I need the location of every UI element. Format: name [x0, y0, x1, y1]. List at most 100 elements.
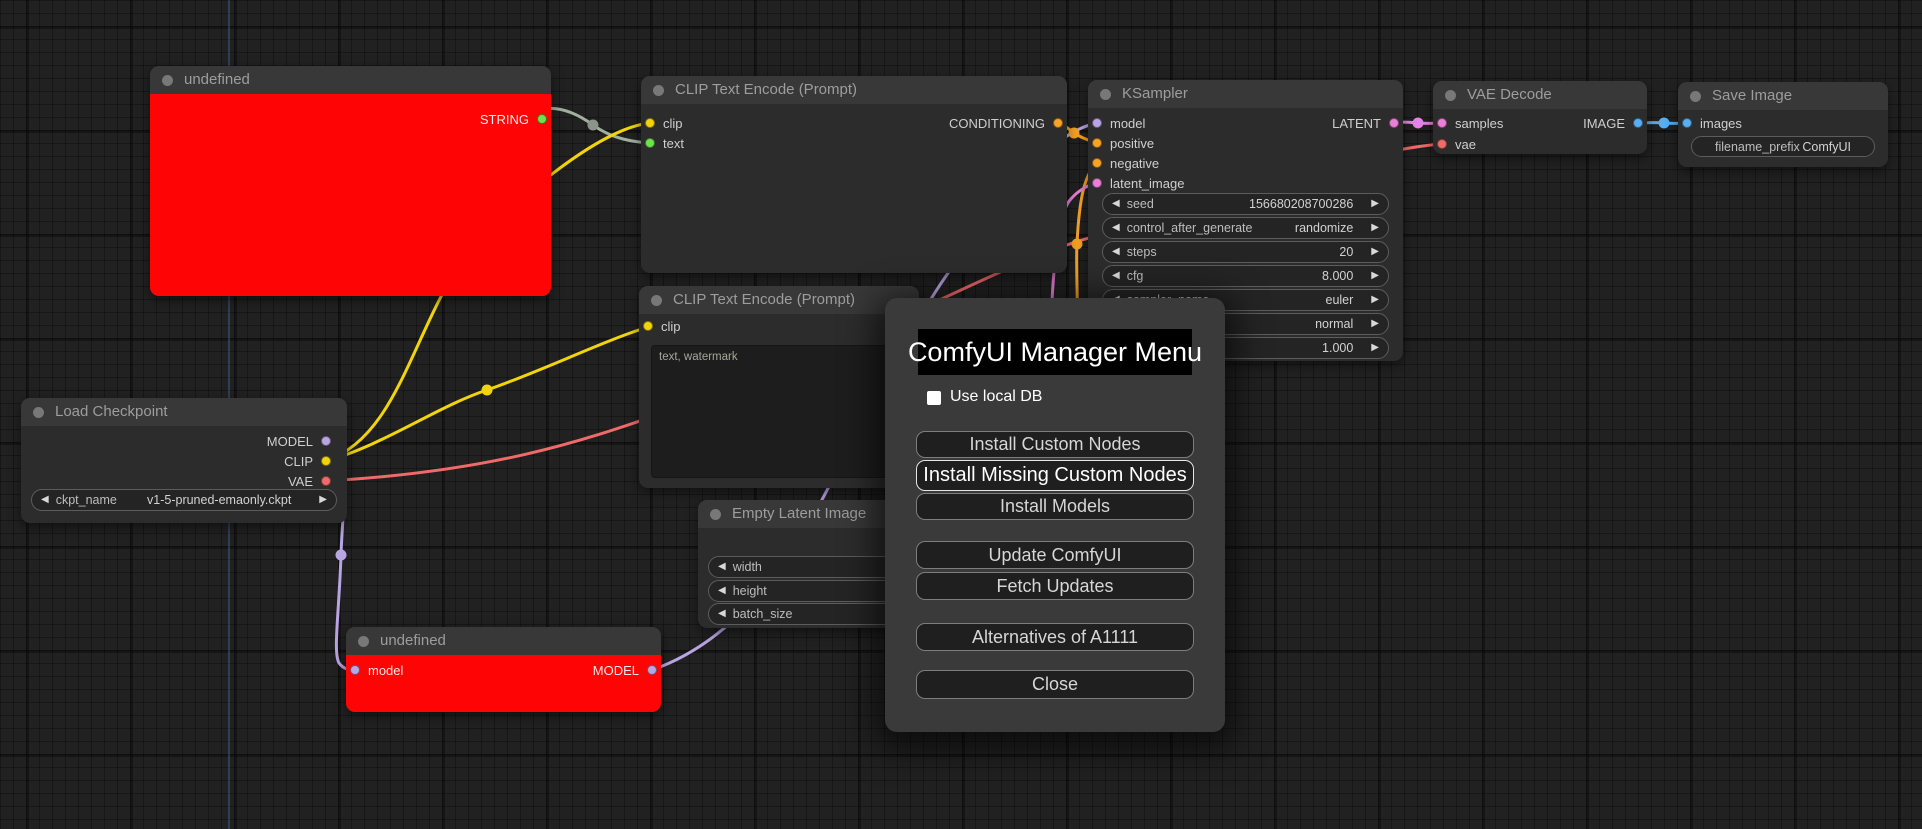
- decrement-arrow-icon[interactable]: [718, 586, 726, 596]
- reroute-dot-positive[interactable]: [1068, 127, 1080, 139]
- install-models-button[interactable]: Install Models: [916, 493, 1194, 520]
- widget-cfg[interactable]: cfg 8.000: [1102, 265, 1389, 287]
- node-clip-text-encode-negative[interactable]: CLIP Text Encode (Prompt) clip text, wat…: [639, 286, 919, 488]
- port-dot[interactable]: [1437, 118, 1447, 128]
- node-status-dot[interactable]: [1100, 89, 1111, 100]
- increment-arrow-icon[interactable]: [1371, 343, 1379, 353]
- use-local-db-checkbox[interactable]: [927, 391, 941, 405]
- node-title: CLIP Text Encode (Prompt): [675, 81, 858, 98]
- widget-control-after-generate[interactable]: control_after_generate randomize: [1102, 217, 1389, 239]
- port-dot[interactable]: [1633, 118, 1643, 128]
- node-undefined-model[interactable]: undefined model MODEL: [346, 627, 661, 712]
- node-status-dot[interactable]: [651, 295, 662, 306]
- node-save-image[interactable]: Save Image images filename_prefix ComfyU…: [1678, 82, 1888, 167]
- port-dot[interactable]: [1092, 118, 1102, 128]
- port-dot[interactable]: [1053, 118, 1063, 128]
- port-dot[interactable]: [1092, 138, 1102, 148]
- node-title: undefined: [380, 632, 446, 649]
- port-dot[interactable]: [645, 118, 655, 128]
- port-dot[interactable]: [321, 436, 331, 446]
- node-load-checkpoint[interactable]: Load Checkpoint MODEL CLIP VAE ckpt_name…: [21, 398, 347, 523]
- node-undefined-string[interactable]: undefined STRING: [150, 66, 551, 296]
- port-dot[interactable]: [647, 665, 657, 675]
- reroute-dot-image[interactable]: [1658, 117, 1670, 129]
- input-port-model[interactable]: model: [350, 660, 403, 680]
- close-button[interactable]: Close: [916, 670, 1194, 699]
- port-dot[interactable]: [1389, 118, 1399, 128]
- port-dot[interactable]: [645, 138, 655, 148]
- prompt-text-area[interactable]: text, watermark: [651, 345, 909, 478]
- node-title: undefined: [184, 71, 250, 88]
- node-status-dot[interactable]: [358, 636, 369, 647]
- reroute-dot-clip[interactable]: [481, 384, 493, 396]
- output-port-latent[interactable]: LATENT: [1332, 113, 1399, 133]
- increment-arrow-icon[interactable]: [1371, 295, 1379, 305]
- widget-steps[interactable]: steps 20: [1102, 241, 1389, 263]
- output-port-image[interactable]: IMAGE: [1583, 113, 1643, 133]
- node-title: Load Checkpoint: [55, 403, 168, 420]
- comfyui-manager-dialog: ComfyUI Manager Menu Use local DB Instal…: [885, 298, 1225, 732]
- node-status-dot[interactable]: [710, 509, 721, 520]
- node-status-dot[interactable]: [1690, 91, 1701, 102]
- increment-arrow-icon[interactable]: [1371, 319, 1379, 329]
- port-dot[interactable]: [1092, 178, 1102, 188]
- port-dot[interactable]: [537, 114, 547, 124]
- alternatives-a1111-button[interactable]: Alternatives of A1111: [916, 623, 1194, 651]
- decrement-arrow-icon[interactable]: [1112, 271, 1120, 281]
- input-port-negative[interactable]: negative: [1092, 153, 1159, 173]
- input-port-model[interactable]: model: [1092, 113, 1145, 133]
- reroute-dot-latent[interactable]: [1412, 117, 1424, 129]
- increment-arrow-icon[interactable]: [1371, 199, 1379, 209]
- increment-arrow-icon[interactable]: [1371, 223, 1379, 233]
- output-port-string[interactable]: STRING: [480, 109, 547, 129]
- port-dot[interactable]: [1682, 118, 1692, 128]
- install-missing-custom-nodes-button[interactable]: Install Missing Custom Nodes: [916, 460, 1194, 491]
- update-comfyui-button[interactable]: Update ComfyUI: [916, 541, 1194, 569]
- input-port-latent-image[interactable]: latent_image: [1092, 173, 1184, 193]
- input-port-text[interactable]: text: [645, 133, 684, 153]
- port-dot[interactable]: [321, 476, 331, 486]
- node-vae-decode[interactable]: VAE Decode samples vae IMAGE: [1433, 81, 1647, 154]
- input-port-clip[interactable]: clip: [645, 113, 683, 133]
- decrement-arrow-icon[interactable]: [718, 562, 726, 572]
- node-title: Empty Latent Image: [732, 505, 867, 522]
- port-dot[interactable]: [1437, 139, 1447, 149]
- port-dot[interactable]: [1092, 158, 1102, 168]
- output-port-clip[interactable]: CLIP: [284, 451, 331, 471]
- decrement-arrow-icon[interactable]: [1112, 247, 1120, 257]
- output-port-model[interactable]: MODEL: [267, 431, 331, 451]
- input-port-images[interactable]: images: [1682, 113, 1742, 133]
- node-graph-canvas[interactable]: undefined STRING CLIP Text Encode (Promp…: [0, 0, 1922, 829]
- input-port-vae[interactable]: vae: [1437, 134, 1476, 154]
- reroute-dot-string[interactable]: [587, 119, 599, 131]
- decrement-arrow-icon[interactable]: [41, 495, 49, 505]
- node-title: Save Image: [1712, 87, 1793, 104]
- port-dot[interactable]: [350, 665, 360, 675]
- node-status-dot[interactable]: [1445, 90, 1456, 101]
- output-port-conditioning[interactable]: CONDITIONING: [949, 113, 1063, 133]
- widget-ckpt-name[interactable]: ckpt_name v1-5-pruned-emaonly.ckpt: [31, 489, 337, 511]
- decrement-arrow-icon[interactable]: [1112, 223, 1120, 233]
- decrement-arrow-icon[interactable]: [1112, 199, 1120, 209]
- increment-arrow-icon[interactable]: [1371, 271, 1379, 281]
- node-status-dot[interactable]: [33, 407, 44, 418]
- input-port-samples[interactable]: samples: [1437, 113, 1503, 133]
- reroute-dot-model[interactable]: [335, 549, 347, 561]
- node-clip-text-encode-positive[interactable]: CLIP Text Encode (Prompt) clip text COND…: [641, 76, 1067, 273]
- port-dot[interactable]: [643, 321, 653, 331]
- increment-arrow-icon[interactable]: [1371, 247, 1379, 257]
- port-dot[interactable]: [321, 456, 331, 466]
- node-status-dot[interactable]: [653, 85, 664, 96]
- fetch-updates-button[interactable]: Fetch Updates: [916, 572, 1194, 600]
- output-port-vae[interactable]: VAE: [288, 471, 331, 491]
- input-port-positive[interactable]: positive: [1092, 133, 1154, 153]
- decrement-arrow-icon[interactable]: [718, 609, 726, 619]
- widget-filename-prefix[interactable]: filename_prefix ComfyUI: [1691, 136, 1875, 157]
- reroute-dot-negative[interactable]: [1071, 238, 1083, 250]
- node-status-dot[interactable]: [162, 75, 173, 86]
- widget-seed[interactable]: seed 156680208700286: [1102, 193, 1389, 215]
- increment-arrow-icon[interactable]: [319, 495, 327, 505]
- install-custom-nodes-button[interactable]: Install Custom Nodes: [916, 431, 1194, 458]
- output-port-model[interactable]: MODEL: [593, 660, 657, 680]
- input-port-clip[interactable]: clip: [643, 316, 681, 336]
